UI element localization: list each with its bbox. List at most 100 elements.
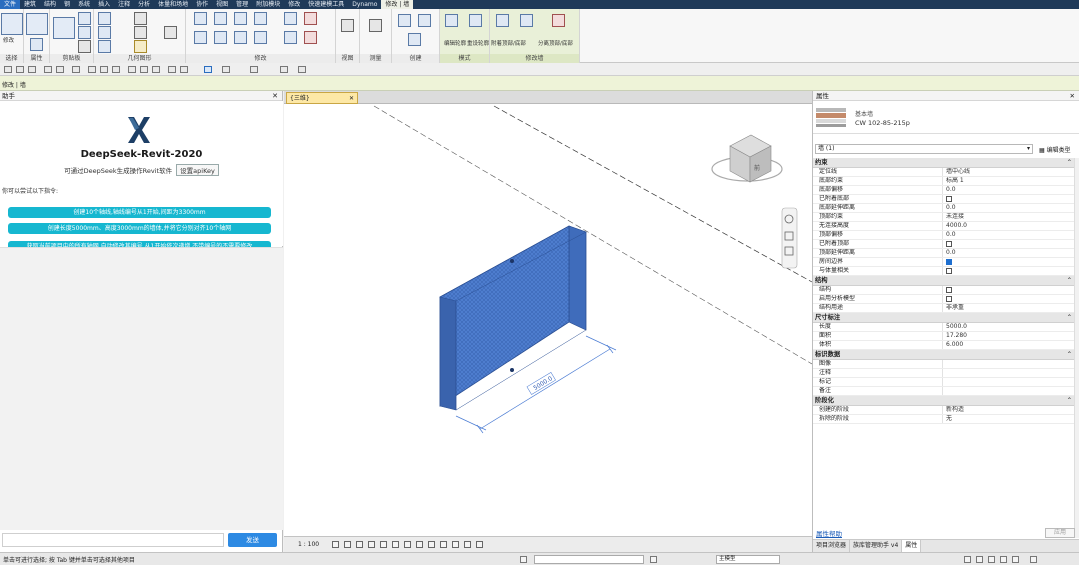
tab-family-library[interactable]: 族库管理助手 v4 xyxy=(850,540,903,552)
collapse-icon[interactable]: ⌃ xyxy=(1067,396,1072,406)
tab-insert[interactable]: 插入 xyxy=(94,0,114,9)
viewcube[interactable]: 前 xyxy=(711,134,783,183)
chat-input[interactable] xyxy=(2,533,224,547)
join-icon[interactable] xyxy=(98,40,111,53)
model-field[interactable]: 主模型 xyxy=(716,555,780,564)
tab-steel[interactable]: 钢 xyxy=(60,0,74,9)
tab-annotate[interactable]: 注释 xyxy=(114,0,134,9)
property-value[interactable] xyxy=(943,240,1075,248)
sync-icon[interactable] xyxy=(28,66,36,73)
collapse-icon[interactable]: ⌃ xyxy=(1067,276,1072,286)
delete-icon[interactable] xyxy=(304,31,317,44)
detail-level-icon[interactable] xyxy=(332,541,339,548)
tab-systems[interactable]: 系统 xyxy=(74,0,94,9)
align-icon[interactable] xyxy=(194,12,207,25)
property-value[interactable]: 17.280 xyxy=(943,332,1075,340)
property-value[interactable]: 4000.0 xyxy=(943,222,1075,230)
edit-profile-icon[interactable] xyxy=(445,14,458,27)
snap-icon[interactable] xyxy=(250,66,258,73)
property-value[interactable]: 未连接 xyxy=(943,213,1075,221)
cut-geometry-icon[interactable] xyxy=(98,26,111,39)
property-value[interactable]: 墙中心线 xyxy=(943,168,1075,176)
instance-filter-dropdown[interactable]: 墙 (1) ▾ xyxy=(815,144,1033,154)
properties-scrollbar[interactable] xyxy=(1074,158,1079,538)
collapse-icon[interactable]: ⌃ xyxy=(1067,350,1072,360)
select-underlay-icon[interactable] xyxy=(976,556,983,563)
default-3d-icon[interactable] xyxy=(204,66,212,73)
thin-lines-icon[interactable] xyxy=(152,66,160,73)
wall-sweep-icon[interactable] xyxy=(552,14,565,27)
create-parts-icon[interactable] xyxy=(418,14,431,27)
print-icon[interactable] xyxy=(72,66,80,73)
property-category[interactable]: 约束 ⌃ xyxy=(813,158,1075,168)
filter-icon[interactable] xyxy=(280,66,288,73)
reset-profile-icon[interactable] xyxy=(469,14,482,27)
close-hidden-icon[interactable] xyxy=(168,66,176,73)
type-properties-icon[interactable] xyxy=(30,38,43,51)
lock-view-icon[interactable] xyxy=(416,541,423,548)
copy-element-icon[interactable] xyxy=(214,31,227,44)
close-icon[interactable]: ✕ xyxy=(1070,91,1075,101)
editable-only-icon[interactable] xyxy=(650,556,657,563)
paste-icon[interactable] xyxy=(53,17,75,39)
tab-architecture[interactable]: 建筑 xyxy=(20,0,40,9)
shadows-icon[interactable] xyxy=(368,541,375,548)
undo-icon[interactable] xyxy=(44,66,52,73)
worksets-icon[interactable] xyxy=(520,556,527,563)
property-checkbox[interactable] xyxy=(946,259,952,265)
pin-icon[interactable] xyxy=(304,12,317,25)
prompt-chip[interactable]: 创建10个轴线,轴线编号从1开始,间距为3300mm xyxy=(8,207,271,218)
tab-file[interactable]: 文件 xyxy=(0,0,21,9)
3d-viewport[interactable]: 5000.0 前 xyxy=(284,104,812,536)
tab-modify-wall[interactable]: 修改 | 墙 xyxy=(381,0,414,9)
tab-quick-model[interactable]: 快速建模工具 xyxy=(304,0,348,9)
tab-dynamo[interactable]: Dynamo xyxy=(348,0,381,9)
attach-top-base-icon[interactable] xyxy=(496,14,509,27)
property-value[interactable] xyxy=(943,369,1075,377)
cut-icon[interactable] xyxy=(78,12,91,25)
split-face-icon[interactable] xyxy=(134,26,147,39)
create-assembly-icon[interactable] xyxy=(398,14,411,27)
property-value[interactable]: 无 xyxy=(943,415,1075,423)
design-options-field[interactable] xyxy=(534,555,644,564)
wall-joins-icon[interactable] xyxy=(134,12,147,25)
property-checkbox[interactable] xyxy=(946,296,952,302)
tab-project-browser[interactable]: 项目浏览器 xyxy=(813,540,851,552)
3d-view-icon[interactable] xyxy=(128,66,136,73)
measure-quick-icon[interactable] xyxy=(88,66,96,73)
property-value[interactable]: 0.0 xyxy=(943,186,1075,194)
tab-addins[interactable]: 附加模块 xyxy=(252,0,284,9)
property-value[interactable]: 0.0 xyxy=(943,249,1075,257)
drag-elements-icon[interactable] xyxy=(1012,556,1019,563)
property-value[interactable] xyxy=(943,286,1075,294)
trim-icon[interactable] xyxy=(254,31,267,44)
property-checkbox[interactable] xyxy=(946,196,952,202)
rotate-icon[interactable] xyxy=(234,31,247,44)
modify-cursor-icon[interactable] xyxy=(1,13,23,35)
collapse-icon[interactable]: ⌃ xyxy=(1067,313,1072,323)
demolish-icon[interactable] xyxy=(164,26,177,39)
analytical-model-icon[interactable] xyxy=(464,541,471,548)
copy-icon[interactable] xyxy=(78,26,91,39)
render-icon[interactable] xyxy=(380,541,387,548)
redo-icon[interactable] xyxy=(56,66,64,73)
create-group-icon[interactable] xyxy=(408,33,421,46)
type-selector[interactable]: 基本墙 CW 102-85-215p xyxy=(813,101,1079,134)
tab-collaborate[interactable]: 协作 xyxy=(192,0,212,9)
reveal-hidden-icon[interactable] xyxy=(440,541,447,548)
close-tab-icon[interactable]: ✕ xyxy=(349,93,354,104)
wall-element[interactable] xyxy=(439,225,587,411)
property-value[interactable]: 新构造 xyxy=(943,406,1075,414)
select-by-face-icon[interactable] xyxy=(1000,556,1007,563)
property-category[interactable]: 尺寸标注 ⌃ xyxy=(813,313,1075,323)
property-value[interactable] xyxy=(943,258,1075,266)
property-category[interactable]: 结构 ⌃ xyxy=(813,276,1075,286)
select-links-icon[interactable] xyxy=(964,556,971,563)
paint-icon[interactable] xyxy=(134,40,147,53)
match-properties-icon[interactable] xyxy=(78,40,91,53)
dimension-icon[interactable] xyxy=(100,66,108,73)
temp-view-props-icon[interactable] xyxy=(452,541,459,548)
save-icon[interactable] xyxy=(16,66,24,73)
view-scale[interactable]: 1 : 100 xyxy=(298,541,319,548)
navigation-bar[interactable] xyxy=(781,207,798,269)
